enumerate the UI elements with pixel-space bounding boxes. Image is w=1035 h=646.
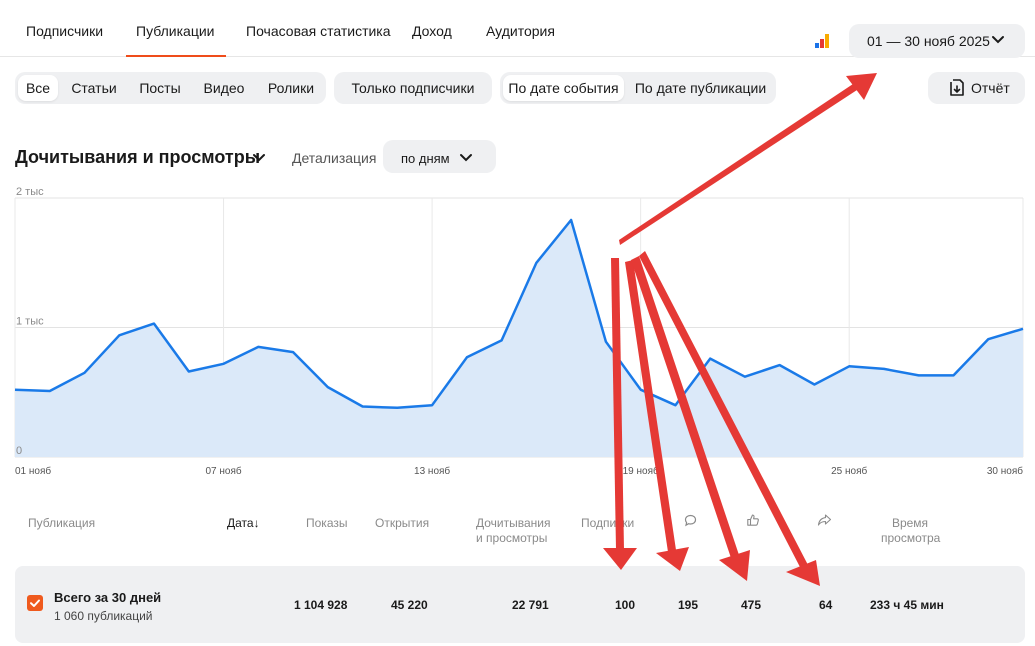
subscribers-only-label: Только подписчики: [351, 80, 475, 96]
col-reads-line1: Дочитывания: [476, 516, 551, 530]
total-title: Всего за 30 дней: [54, 590, 162, 605]
filter-shorts[interactable]: Ролики: [259, 75, 323, 101]
col-publication: Публикация: [28, 516, 96, 530]
col-opens[interactable]: Открытия: [375, 516, 429, 531]
x-tick-label: 07 нояб: [205, 465, 241, 477]
date-range-label: 01 — 30 нояб 2025: [867, 33, 990, 49]
total-likes: 475: [741, 598, 762, 612]
total-opens: 45 220: [391, 598, 428, 612]
annotation-arrow-date-head: [846, 73, 877, 100]
filter-video[interactable]: Видео: [195, 75, 253, 101]
filter-by-publish-date[interactable]: По дате публикации: [628, 75, 773, 101]
check-icon: [30, 599, 40, 607]
y-tick-label: 1 тыс: [16, 316, 44, 328]
col-date[interactable]: Дата↓: [227, 516, 260, 531]
col-date-label: Дата: [227, 516, 254, 530]
date-mode-filter: По дате события По дате публикации: [500, 72, 776, 104]
chevron-down-icon: [460, 154, 472, 162]
x-tick-label: 13 нояб: [414, 465, 450, 477]
total-row: Всего за 30 дней 1 060 публикаций 1 104 …: [15, 566, 1025, 643]
col-reads-line2: и просмотры: [476, 531, 548, 545]
report-button[interactable]: Отчёт: [928, 72, 1025, 104]
col-reads[interactable]: Дочитывания и просмотры: [476, 516, 551, 546]
col-subscriptions[interactable]: Подписки: [581, 516, 634, 531]
chevron-down-icon: [992, 36, 1004, 44]
total-checkbox[interactable]: [27, 595, 43, 611]
detail-label: Детализация: [292, 150, 377, 166]
filter-by-event-date[interactable]: По дате события: [503, 75, 624, 101]
share-icon[interactable]: [817, 513, 832, 527]
total-reads: 22 791: [512, 598, 549, 612]
bar-chart-logo-icon: [815, 33, 833, 48]
detail-value: по дням: [401, 151, 450, 166]
x-tick-label: 30 нояб: [987, 465, 1023, 477]
x-tick-label: 25 нояб: [831, 465, 867, 477]
total-impressions: 1 104 928: [294, 598, 348, 612]
metric-selector[interactable]: Дочитывания и просмотры: [15, 147, 260, 168]
tab-subscribers[interactable]: Подписчики: [26, 23, 103, 39]
col-impressions[interactable]: Показы: [306, 516, 347, 531]
col-watch-time[interactable]: Время просмотра: [881, 516, 941, 546]
tab-income[interactable]: Доход: [412, 23, 452, 39]
total-comments: 195: [678, 598, 699, 612]
filter-all[interactable]: Все: [18, 75, 58, 101]
x-tick-label: 01 нояб: [15, 465, 51, 477]
like-icon[interactable]: [746, 513, 760, 527]
total-reposts: 64: [819, 598, 833, 612]
y-tick-label: 0: [16, 445, 22, 457]
total-watch-time: 233 ч 45 мин: [870, 598, 944, 612]
filter-posts[interactable]: Посты: [131, 75, 189, 101]
col-time-line1: Время: [891, 516, 929, 530]
chevron-down-icon[interactable]: [252, 150, 266, 164]
report-label: Отчёт: [971, 80, 1010, 96]
total-subscriptions: 100: [615, 598, 636, 612]
tab-audience[interactable]: Аудитория: [486, 23, 555, 39]
subscribers-only-toggle[interactable]: Только подписчики: [334, 72, 492, 104]
comment-icon[interactable]: [684, 514, 697, 527]
sort-arrow-icon: ↓: [253, 516, 260, 530]
download-report-icon: [950, 79, 964, 96]
total-subtitle: 1 060 публикаций: [54, 609, 153, 623]
reads-views-chart: 0 1 тыс 2 тыс 01 нояб 07 нояб 13 нояб 19 нояб 2…: [14, 186, 1024, 477]
tab-publications[interactable]: Публикации: [125, 23, 228, 57]
y-tick-label: 2 тыс: [16, 186, 44, 198]
col-time-line2: просмотра: [881, 531, 941, 545]
filter-articles[interactable]: Статьи: [63, 75, 125, 101]
x-tick-label: 19 нояб: [623, 465, 659, 477]
detail-dropdown[interactable]: по дням: [383, 140, 496, 173]
content-type-filter: Все Статьи Посты Видео Ролики: [15, 72, 326, 104]
date-range-picker[interactable]: 01 — 30 нояб 2025: [849, 24, 1025, 58]
tab-hourly-stats[interactable]: Почасовая статистика: [246, 23, 391, 39]
